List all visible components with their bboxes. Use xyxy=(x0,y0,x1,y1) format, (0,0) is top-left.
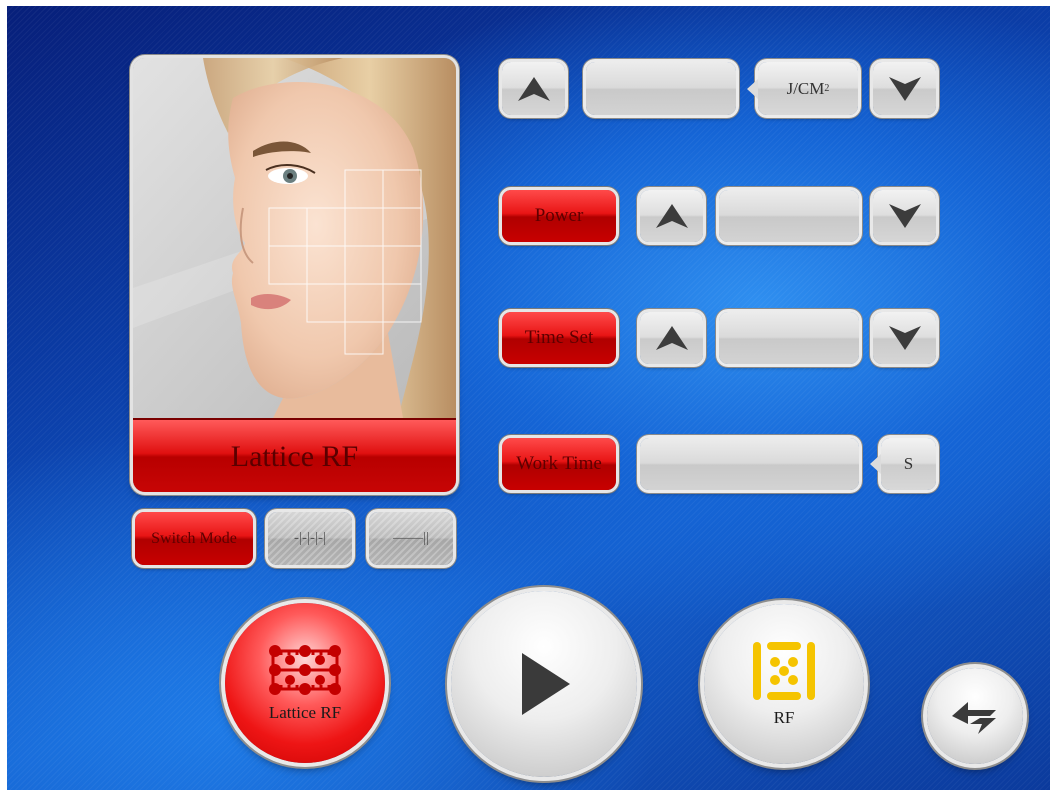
rf-label: RF xyxy=(773,708,795,727)
work-time-unit: S xyxy=(903,454,914,473)
down-arrow-icon xyxy=(888,76,921,101)
pattern-solid-button[interactable]: ——|| xyxy=(369,512,453,565)
back-arrow-icon xyxy=(952,702,996,734)
energy-unit-label: J/CM 2 xyxy=(747,62,858,115)
lattice-rf-mode-button[interactable]: Lattice RF xyxy=(225,603,385,763)
down-arrow-icon xyxy=(888,326,921,350)
work-time-value-field xyxy=(640,438,859,490)
back-button[interactable] xyxy=(927,668,1023,764)
start-button[interactable] xyxy=(451,591,637,777)
work-time-label: Work Time xyxy=(516,453,602,474)
lattice-rf-label: Lattice RF xyxy=(268,703,342,722)
down-arrow-icon xyxy=(888,204,921,228)
rf-mode-button[interactable]: RF xyxy=(704,604,864,764)
switch-mode-button[interactable]: Switch Mode xyxy=(135,512,253,565)
work-time-button[interactable]: Work Time xyxy=(502,438,616,490)
power-label: Power xyxy=(534,205,584,226)
power-value-field[interactable] xyxy=(719,190,859,242)
treatment-preview-panel: Lattice RF xyxy=(133,58,456,492)
play-icon xyxy=(522,653,570,715)
energy-unit-sup: 2 xyxy=(824,83,830,94)
up-arrow-icon xyxy=(517,76,550,101)
time-set-value-field[interactable] xyxy=(719,312,859,364)
up-arrow-icon xyxy=(655,204,688,228)
lattice-grid-icon xyxy=(269,645,341,695)
energy-up-button[interactable] xyxy=(502,62,565,115)
power-button[interactable]: Power xyxy=(502,190,616,242)
up-arrow-icon xyxy=(655,326,688,350)
power-up-button[interactable] xyxy=(640,190,703,242)
time-set-down-button[interactable] xyxy=(873,312,936,364)
mode-title: Lattice RF xyxy=(230,440,359,473)
time-set-up-button[interactable] xyxy=(640,312,703,364)
face-photo xyxy=(133,58,456,418)
energy-value-field[interactable] xyxy=(586,62,736,115)
rf-dots-icon xyxy=(753,642,815,700)
pattern-dotted-label: -|-|-|-| xyxy=(294,530,326,546)
screen: Lattice RF Switch Mode -|-|-|-| ——|| J/C… xyxy=(7,6,1050,790)
energy-down-button[interactable] xyxy=(873,62,936,115)
pattern-dotted-button[interactable]: -|-|-|-| xyxy=(268,512,352,565)
switch-mode-label: Switch Mode xyxy=(151,529,237,547)
work-time-unit-label: S xyxy=(870,438,936,490)
mode-title-banner: Lattice RF xyxy=(133,418,456,492)
time-set-label: Time Set xyxy=(524,327,594,348)
time-set-button[interactable]: Time Set xyxy=(502,312,616,364)
power-down-button[interactable] xyxy=(873,190,936,242)
pattern-solid-label: ——|| xyxy=(392,530,429,546)
energy-unit: J/CM xyxy=(786,78,825,98)
